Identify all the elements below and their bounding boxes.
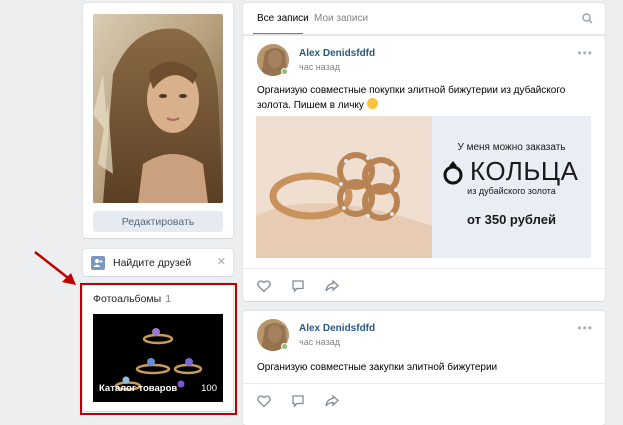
post-actions xyxy=(257,279,339,293)
post-actions xyxy=(257,394,339,408)
tab-my-posts[interactable]: Мои записи xyxy=(314,13,368,24)
ring-photo xyxy=(256,116,432,258)
search-icon[interactable] xyxy=(582,13,593,24)
close-icon[interactable]: ✕ xyxy=(217,255,226,268)
emoji-icon xyxy=(366,98,378,109)
ad-headline: У меня можно заказать xyxy=(457,142,566,153)
online-indicator xyxy=(281,343,288,350)
divider xyxy=(243,383,605,384)
post-author[interactable]: Alex Denidsfdfd xyxy=(299,323,375,334)
add-friend-icon xyxy=(91,255,105,270)
feed-tabs: Все записи Мои записи xyxy=(243,3,605,35)
more-icon[interactable]: ••• xyxy=(577,321,593,335)
post: Alex Denidsfdfd час назад ••• Организую … xyxy=(243,35,605,301)
more-icon[interactable]: ••• xyxy=(577,46,593,60)
online-indicator xyxy=(281,68,288,75)
ring-icon xyxy=(443,160,463,184)
ad-price: от 350 рублей xyxy=(467,212,556,227)
comment-icon[interactable] xyxy=(291,394,305,408)
share-icon[interactable] xyxy=(325,279,339,293)
ad-title: КОЛЬЦА xyxy=(442,156,579,187)
tab-all-posts[interactable]: Все записи xyxy=(257,13,309,24)
ad-subtitle: из дубайского золота xyxy=(467,186,556,196)
profile-card: Редактировать xyxy=(83,3,233,238)
post-time[interactable]: час назад xyxy=(299,62,340,72)
post: Alex Denidsfdfd час назад ••• Организую … xyxy=(243,311,605,425)
comment-icon[interactable] xyxy=(291,279,305,293)
find-friends-label: Найдите друзей xyxy=(113,256,192,269)
ad-text-block: У меня можно заказать КОЛЬЦА из дубайско… xyxy=(432,116,591,258)
post-time[interactable]: час назад xyxy=(299,337,340,347)
ad-banner-image[interactable]: У меня можно заказать КОЛЬЦА из дубайско… xyxy=(256,116,591,258)
edit-profile-button[interactable]: Редактировать xyxy=(93,211,223,232)
like-icon[interactable] xyxy=(257,394,271,408)
like-icon[interactable] xyxy=(257,279,271,293)
highlight-box xyxy=(80,283,237,415)
arrow-icon xyxy=(34,251,76,285)
find-friends-card[interactable]: Найдите друзей ✕ xyxy=(83,249,233,276)
share-icon[interactable] xyxy=(325,394,339,408)
post-text: Организую совместные закупки элитной биж… xyxy=(257,362,498,373)
post-author[interactable]: Alex Denidsfdfd xyxy=(299,48,375,59)
post-text: Организую совместные покупки элитной биж… xyxy=(257,85,566,111)
divider xyxy=(243,268,605,269)
profile-photo[interactable] xyxy=(93,14,223,203)
